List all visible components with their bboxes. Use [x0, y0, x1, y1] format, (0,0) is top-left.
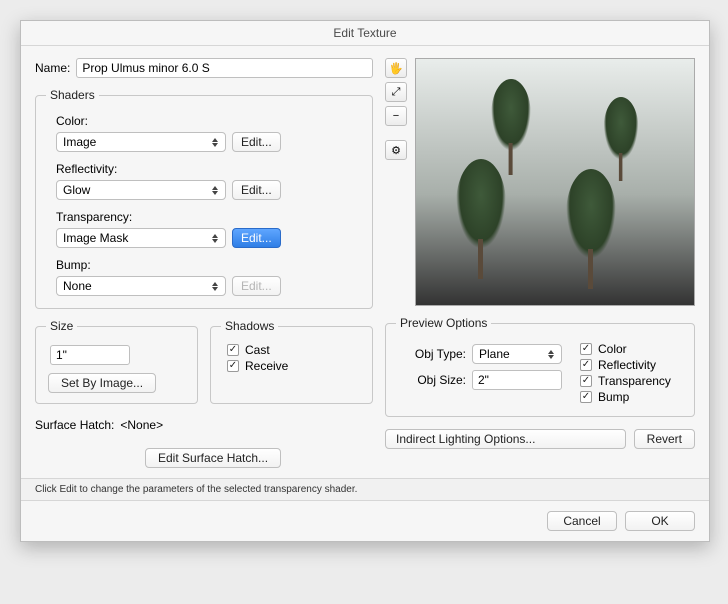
- obj-size-label: Obj Size:: [408, 373, 466, 387]
- po-bump-label: Bump: [598, 390, 629, 404]
- preview-options-group: Preview Options Obj Type: Plane Obj Size…: [385, 316, 695, 417]
- po-transparency-label: Transparency: [598, 374, 671, 388]
- name-input[interactable]: [76, 58, 373, 78]
- bump-select[interactable]: None: [56, 276, 226, 296]
- obj-size-input[interactable]: [472, 370, 562, 390]
- shadows-group: Shadows Cast Receive: [210, 319, 373, 404]
- obj-type-value: Plane: [479, 347, 510, 361]
- po-transparency-checkbox[interactable]: [580, 375, 592, 387]
- transparency-select-value: Image Mask: [63, 231, 128, 245]
- cancel-button[interactable]: Cancel: [547, 511, 617, 531]
- bump-label: Bump:: [56, 258, 362, 272]
- hint-text: Click Edit to change the parameters of t…: [21, 478, 709, 501]
- preview-options-icon[interactable]: ⚙: [385, 140, 407, 160]
- size-legend: Size: [46, 319, 77, 333]
- obj-type-select[interactable]: Plane: [472, 344, 562, 364]
- color-select[interactable]: Image: [56, 132, 226, 152]
- reflectivity-select-value: Glow: [63, 183, 90, 197]
- preview-tools: 🖐 ⤢ − ⚙: [385, 58, 407, 306]
- surface-hatch-value: <None>: [120, 418, 163, 432]
- indirect-lighting-button[interactable]: Indirect Lighting Options...: [385, 429, 626, 449]
- transparency-label: Transparency:: [56, 210, 362, 224]
- surface-hatch-label: Surface Hatch:: [35, 418, 114, 432]
- reflectivity-edit-button[interactable]: Edit...: [232, 180, 281, 200]
- po-reflectivity-checkbox[interactable]: [580, 359, 592, 371]
- bump-edit-button: Edit...: [232, 276, 281, 296]
- name-label: Name:: [35, 61, 70, 75]
- hand-tool-icon[interactable]: 🖐: [385, 58, 407, 78]
- color-label: Color:: [56, 114, 362, 128]
- left-column: Name: Shaders Color: Image Edit... Refle…: [35, 58, 373, 468]
- po-bump-checkbox[interactable]: [580, 391, 592, 403]
- receive-label: Receive: [245, 359, 288, 373]
- transparency-edit-button[interactable]: Edit...: [232, 228, 281, 248]
- transparency-select[interactable]: Image Mask: [56, 228, 226, 248]
- shadows-legend: Shadows: [221, 319, 278, 333]
- edit-texture-dialog: Edit Texture Name: Shaders Color: Image …: [20, 20, 710, 542]
- color-select-value: Image: [63, 135, 96, 149]
- shaders-legend: Shaders: [46, 88, 99, 102]
- obj-type-label: Obj Type:: [408, 347, 466, 361]
- size-group: Size Set By Image...: [35, 319, 198, 404]
- reflectivity-select[interactable]: Glow: [56, 180, 226, 200]
- po-color-label: Color: [598, 342, 627, 356]
- po-color-checkbox[interactable]: [580, 343, 592, 355]
- revert-button[interactable]: Revert: [634, 429, 695, 449]
- window-title: Edit Texture: [21, 21, 709, 46]
- preview-viewport[interactable]: [415, 58, 695, 306]
- edit-surface-hatch-button[interactable]: Edit Surface Hatch...: [145, 448, 281, 468]
- cast-label: Cast: [245, 343, 270, 357]
- zoom-out-icon[interactable]: −: [385, 106, 407, 126]
- receive-checkbox[interactable]: [227, 360, 239, 372]
- size-input[interactable]: [50, 345, 130, 365]
- ok-button[interactable]: OK: [625, 511, 695, 531]
- right-column: 🖐 ⤢ − ⚙ Preview Options: [385, 58, 695, 468]
- bump-select-value: None: [63, 279, 92, 293]
- reflectivity-label: Reflectivity:: [56, 162, 362, 176]
- zoom-fit-icon[interactable]: ⤢: [385, 82, 407, 102]
- shaders-group: Shaders Color: Image Edit... Reflectivit…: [35, 88, 373, 309]
- po-reflectivity-label: Reflectivity: [598, 358, 656, 372]
- set-by-image-button[interactable]: Set By Image...: [48, 373, 156, 393]
- preview-options-legend: Preview Options: [396, 316, 491, 330]
- cast-checkbox[interactable]: [227, 344, 239, 356]
- color-edit-button[interactable]: Edit...: [232, 132, 281, 152]
